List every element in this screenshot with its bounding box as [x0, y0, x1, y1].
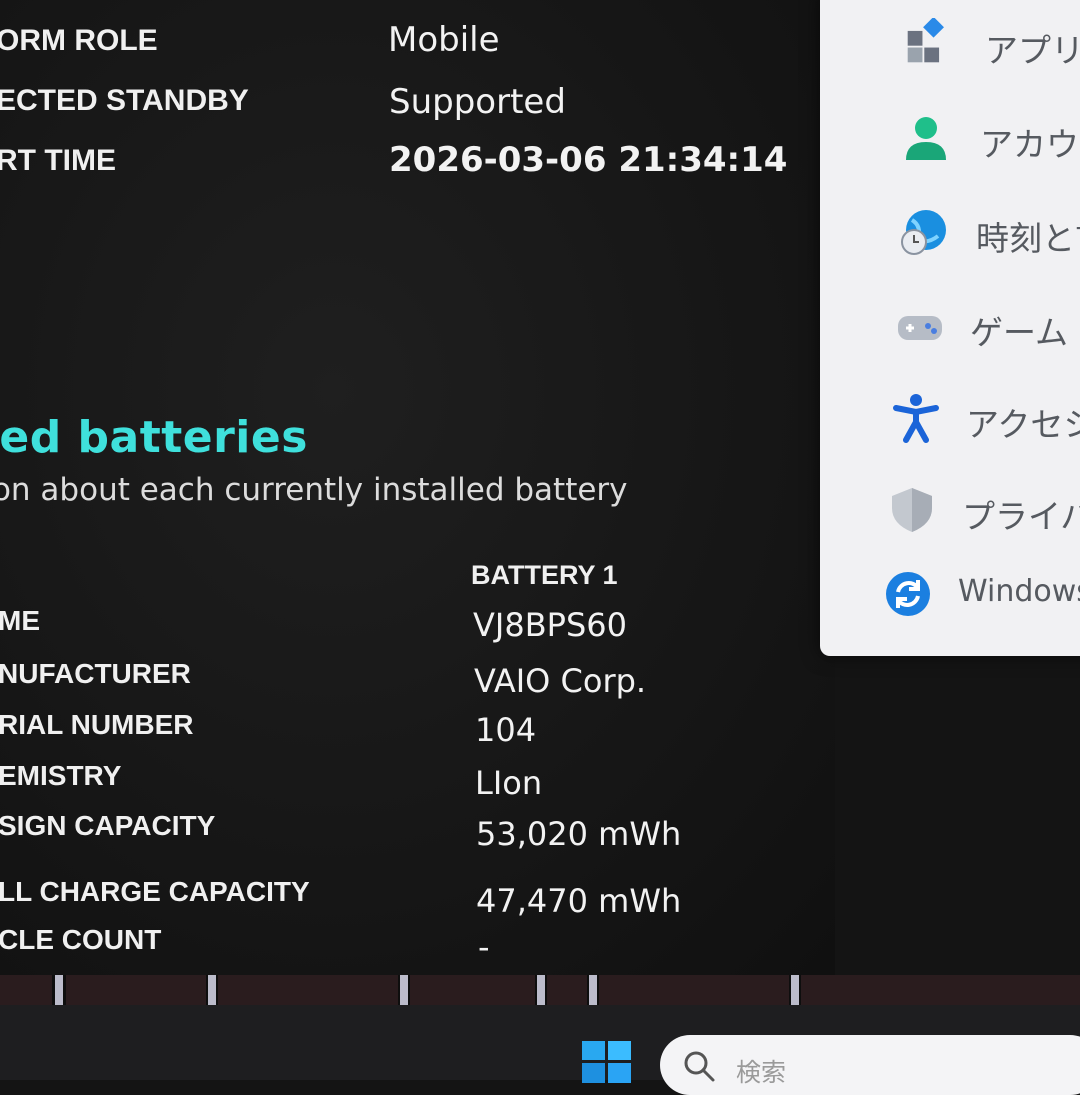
battery-label-manufacturer: NUFACTURER: [0, 658, 191, 689]
settings-nav-time-language-label: 時刻と言: [976, 219, 1080, 258]
settings-nav-apps[interactable]: アプリ: [820, 14, 1080, 74]
battery-label-name: ME: [0, 605, 40, 636]
taskbar: 検索: [0, 1005, 1080, 1095]
screen-bezel: [0, 975, 1080, 1005]
settings-navigation-panel: アプリ アカウン 時刻と言 ゲーム アクセシビ: [820, 0, 1080, 656]
settings-nav-accessibility[interactable]: アクセシビ: [820, 388, 1080, 448]
battery-label-design-capacity: SIGN CAPACITY: [0, 810, 216, 841]
battery-value-manufacturer: VAIO Corp.: [474, 662, 647, 700]
system-info-value-report-time: 2026-03-06 21:34:14: [389, 140, 788, 180]
system-info-label-report-time: RT TIME: [0, 144, 116, 177]
settings-nav-time-language[interactable]: 時刻と言: [820, 202, 1080, 262]
settings-nav-accessibility-label: アクセシビ: [966, 405, 1080, 444]
battery-value-cycle-count: -: [478, 928, 490, 966]
battery-value-full-charge-capacity: 47,470 mWh: [476, 882, 682, 920]
gaming-icon: [898, 316, 942, 340]
battery-label-serial-number: RIAL NUMBER: [0, 709, 194, 740]
battery-value-name: VJ8BPS60: [473, 606, 627, 644]
battery-value-chemistry: LIon: [475, 764, 543, 802]
battery-label-chemistry: EMISTRY: [0, 760, 122, 791]
settings-nav-privacy[interactable]: プライバシ: [820, 480, 1080, 540]
time-language-icon: [901, 210, 946, 255]
settings-nav-apps-label: アプリ: [985, 31, 1080, 70]
system-info-value-platform-role: Mobile: [388, 20, 500, 60]
apps-icon: [907, 18, 944, 63]
battery-value-serial-number: 104: [475, 711, 537, 749]
system-info-label-platform-role: ORM ROLE: [0, 24, 158, 57]
search-placeholder: 検索: [736, 1058, 787, 1087]
battery-report-page: ORM ROLE Mobile ECTED STANDBY Supported …: [0, 0, 835, 975]
battery-column-header: BATTERY 1: [471, 560, 618, 590]
taskbar-search-box[interactable]: 検索: [660, 1035, 1080, 1095]
system-info-label-connected-standby: ECTED STANDBY: [0, 84, 249, 117]
system-info-value-connected-standby: Supported: [389, 82, 566, 122]
accessibility-icon: [893, 394, 939, 443]
battery-label-cycle-count: CLE COUNT: [0, 924, 162, 955]
search-icon: [684, 1051, 715, 1082]
windows-update-icon: [886, 572, 930, 616]
settings-nav-accounts[interactable]: アカウン: [820, 108, 1080, 168]
settings-nav-gaming[interactable]: ゲーム: [820, 296, 1080, 356]
battery-value-design-capacity: 53,020 mWh: [476, 815, 682, 853]
windows-start-icon[interactable]: [582, 1041, 632, 1083]
settings-nav-windows-update-label: Windows: [958, 574, 1080, 609]
settings-nav-accounts-label: アカウン: [980, 125, 1080, 164]
account-icon: [906, 117, 946, 160]
privacy-shield-icon: [892, 488, 932, 532]
installed-batteries-heading: alled batteries: [0, 412, 308, 463]
installed-batteries-description: mation about each currently installed ba…: [0, 472, 628, 508]
settings-nav-privacy-label: プライバシ: [962, 497, 1080, 536]
settings-nav-windows-update[interactable]: Windows: [820, 566, 1080, 626]
settings-nav-gaming-label: ゲーム: [970, 313, 1069, 352]
battery-label-full-charge-capacity: LL CHARGE CAPACITY: [0, 876, 310, 907]
